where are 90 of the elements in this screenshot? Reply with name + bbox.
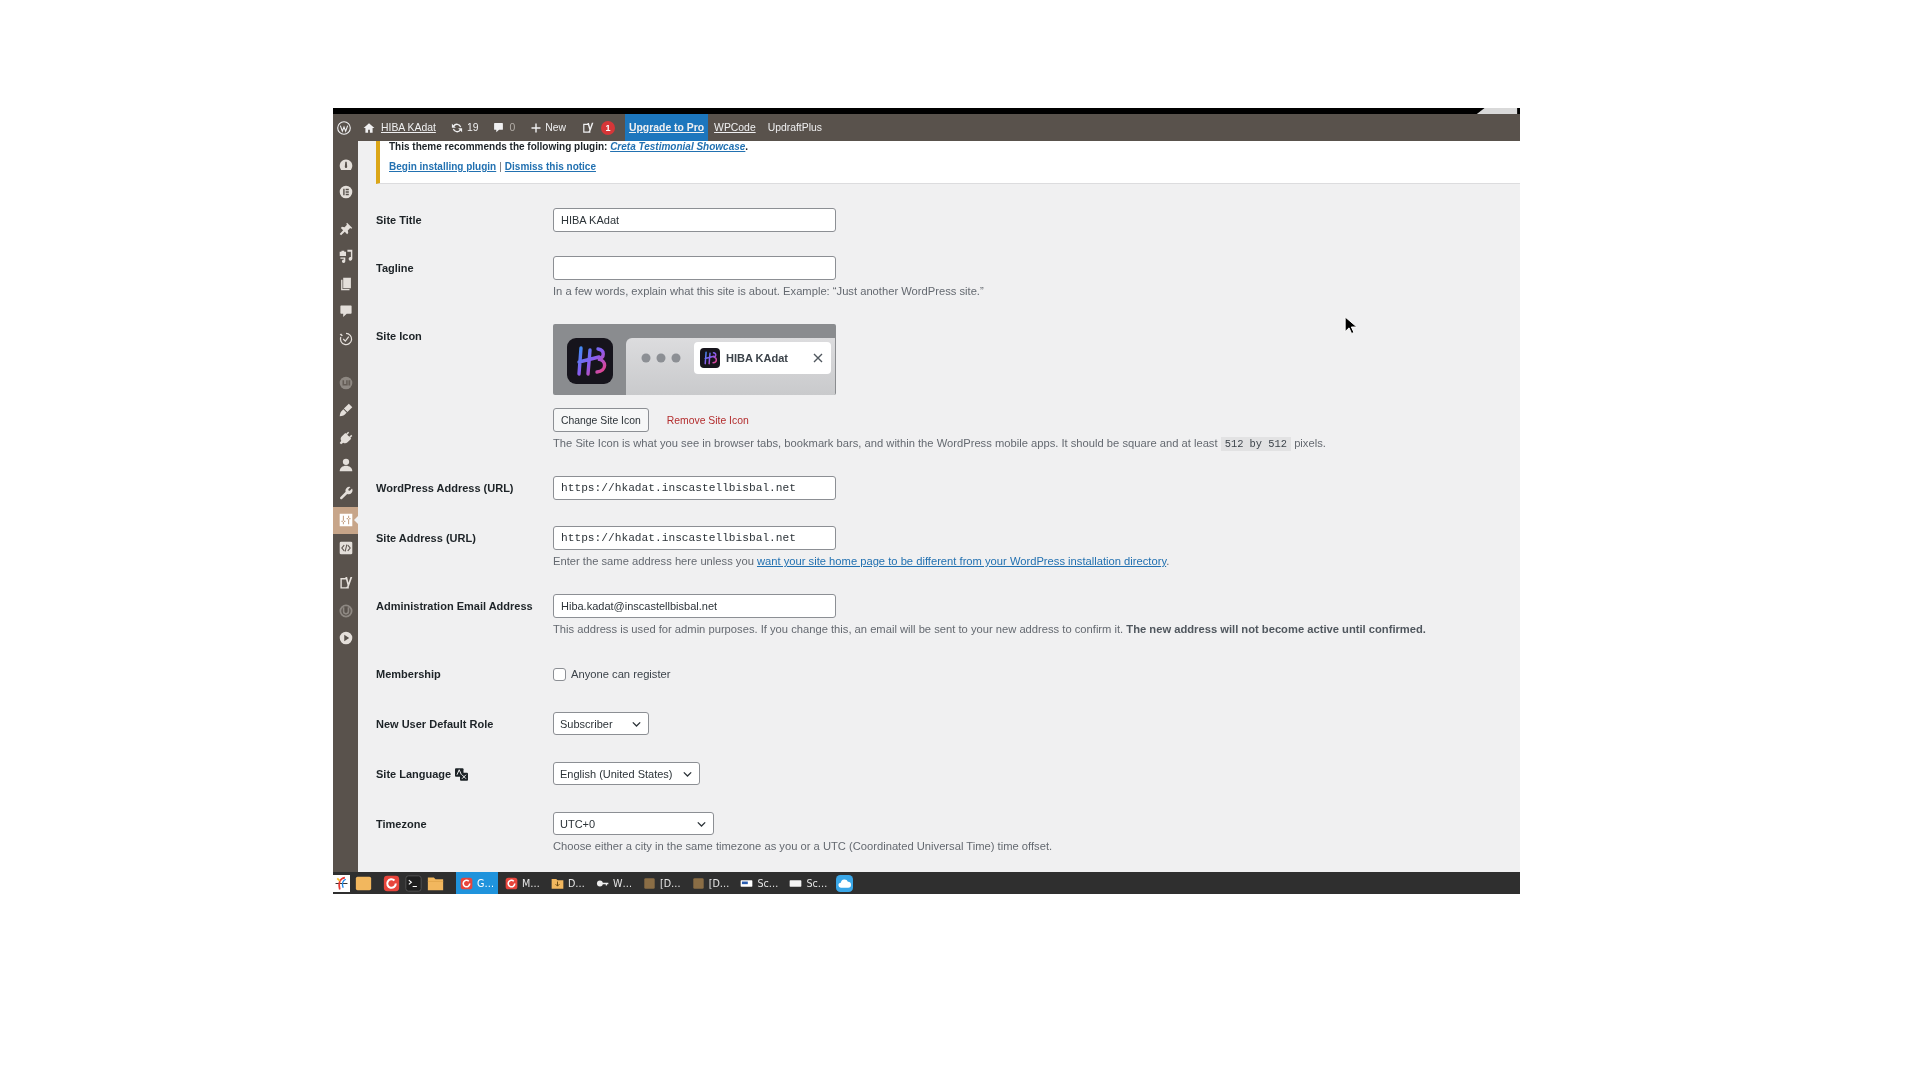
field-label: Timezone — [376, 817, 427, 832]
select-dropdown[interactable]: English (United States) — [553, 762, 700, 785]
window-icon — [643, 876, 656, 890]
field-label: Site Title — [376, 213, 422, 228]
pages-icon — [338, 276, 353, 291]
sidebar-menu-item[interactable] — [333, 506, 358, 534]
taskbar-window-button[interactable]: [D… — [687, 872, 734, 894]
taskbar-window-button[interactable]: M… — [501, 872, 544, 894]
app-icon — [567, 338, 613, 384]
y-logo-icon — [582, 121, 594, 134]
logo-icon[interactable] — [337, 120, 351, 135]
disc-icon — [338, 375, 353, 390]
new-button[interactable]: New — [521, 114, 572, 141]
terminal-icon[interactable] — [405, 874, 422, 892]
sliders-icon — [338, 513, 353, 528]
gauge-icon — [338, 157, 353, 172]
plug-icon — [338, 430, 353, 445]
window-icon — [691, 876, 705, 890]
browser-icon — [460, 876, 473, 890]
url-field[interactable]: https://hkadat.inscastellbisbal.net — [553, 476, 836, 500]
refresh-icon — [450, 121, 463, 134]
text-field[interactable] — [553, 256, 836, 280]
toolbar-link[interactable]: UpdraftPlus — [761, 114, 828, 141]
plus-icon — [531, 122, 542, 133]
field-label: Site Icon — [376, 329, 422, 344]
chevron-down-icon — [632, 720, 641, 727]
toolbar-link[interactable]: WPCode — [708, 114, 762, 141]
taskbar-window-button[interactable]: Sc… — [736, 872, 783, 894]
clock-check-icon — [338, 331, 353, 346]
field-label: Administration Email Address — [376, 599, 533, 614]
field-description: Enter the same address here unless you want your site home page to be different from your WordPress installation directory. — [553, 554, 1170, 568]
updates-button[interactable]: 19 — [441, 114, 485, 141]
seo-button[interactable]: 1 — [572, 114, 621, 141]
taskbar-window-button[interactable]: Sc… — [785, 872, 832, 894]
cloud-icon[interactable] — [836, 874, 854, 892]
play-icon — [338, 631, 353, 646]
taskbar-window-button[interactable]: [D… — [639, 872, 685, 894]
email-field[interactable]: Hiba.kadat@inscastellbisbal.net — [553, 594, 836, 618]
pushpin-icon — [338, 221, 353, 236]
chevron-down-icon — [697, 820, 706, 827]
cursor-icon — [1344, 316, 1358, 335]
comment-icon — [493, 122, 505, 133]
notice-message: This theme recommends the following plugin: Creta Testimonial Showcase. — [389, 141, 750, 153]
tab-title: HIBA KAdat — [726, 352, 789, 364]
corner-icon — [1474, 108, 1520, 114]
window-dots-icon — [641, 353, 681, 363]
code-icon — [338, 540, 353, 555]
change-icon-button[interactable]: Change Site Icon — [553, 408, 649, 432]
text-field[interactable]: HIBA KAdat — [553, 208, 836, 232]
upgrade-link[interactable]: Upgrade to Pro — [625, 114, 709, 141]
notification-badge: 1 — [601, 120, 615, 135]
field-label: Tagline — [376, 261, 414, 276]
browser-icon — [505, 876, 519, 890]
comment-icon — [338, 304, 353, 319]
field-label: Site Language — [376, 767, 452, 782]
comments-button[interactable]: 0 — [484, 114, 522, 141]
home-icon — [363, 121, 375, 134]
link-separator: | — [499, 161, 502, 173]
close-icon — [813, 353, 823, 363]
media-icon — [338, 249, 353, 264]
favicon-icon — [700, 348, 720, 368]
y-logo-icon — [338, 576, 353, 591]
u-circle-icon — [338, 603, 353, 618]
checkbox-label: Anyone can register — [571, 668, 671, 680]
url-field[interactable]: https://hkadat.inscastellbisbal.net — [553, 526, 836, 550]
field-description: The Site Icon is what you see in browser tabs, bookmark bars, and within the WordPress mobile apps. It should be square and at least 512 by 512 pixels. — [553, 436, 1326, 450]
field-label: New User Default Role — [376, 717, 494, 732]
user-icon — [338, 458, 353, 473]
field-label: Membership — [376, 667, 441, 682]
remove-icon-link[interactable]: Remove Site Icon — [666, 414, 749, 426]
download-folder-icon — [550, 876, 564, 890]
browser-icon[interactable] — [383, 874, 400, 892]
notice-action-link[interactable]: Begin installing plugin — [389, 161, 497, 173]
field-label: Site Address (URL) — [376, 531, 476, 546]
folder-icon[interactable] — [355, 874, 372, 892]
field-description: In a few words, explain what this site is about. Example: “Just another WordPress site.” — [553, 284, 984, 298]
notice-action-link[interactable]: Dismiss this notice — [504, 161, 596, 173]
field-description: Choose either a city in the same timezone as you or a UTC (Coordinated Universal Time) time offset. — [553, 839, 1053, 853]
brush-icon — [338, 403, 353, 418]
select-dropdown[interactable]: UTC+0 — [553, 812, 714, 835]
field-description: This address is used for admin purposes. If you change this, an email will be sent to your new address to confirm it. The new address will not become active until confirmed. — [553, 622, 1426, 636]
checkbox[interactable] — [553, 667, 566, 681]
field-label: WordPress Address (URL) — [376, 481, 514, 496]
app-menu-icon[interactable] — [333, 874, 350, 892]
chevron-down-icon — [682, 770, 692, 777]
taskbar-window-button[interactable]: W… — [591, 872, 636, 894]
site-name-link[interactable]: HIBA KAdat — [359, 114, 442, 141]
taskbar-window-button[interactable]: D… — [546, 872, 589, 894]
wrench-icon — [338, 485, 353, 500]
select-dropdown[interactable]: Subscriber — [553, 712, 649, 735]
